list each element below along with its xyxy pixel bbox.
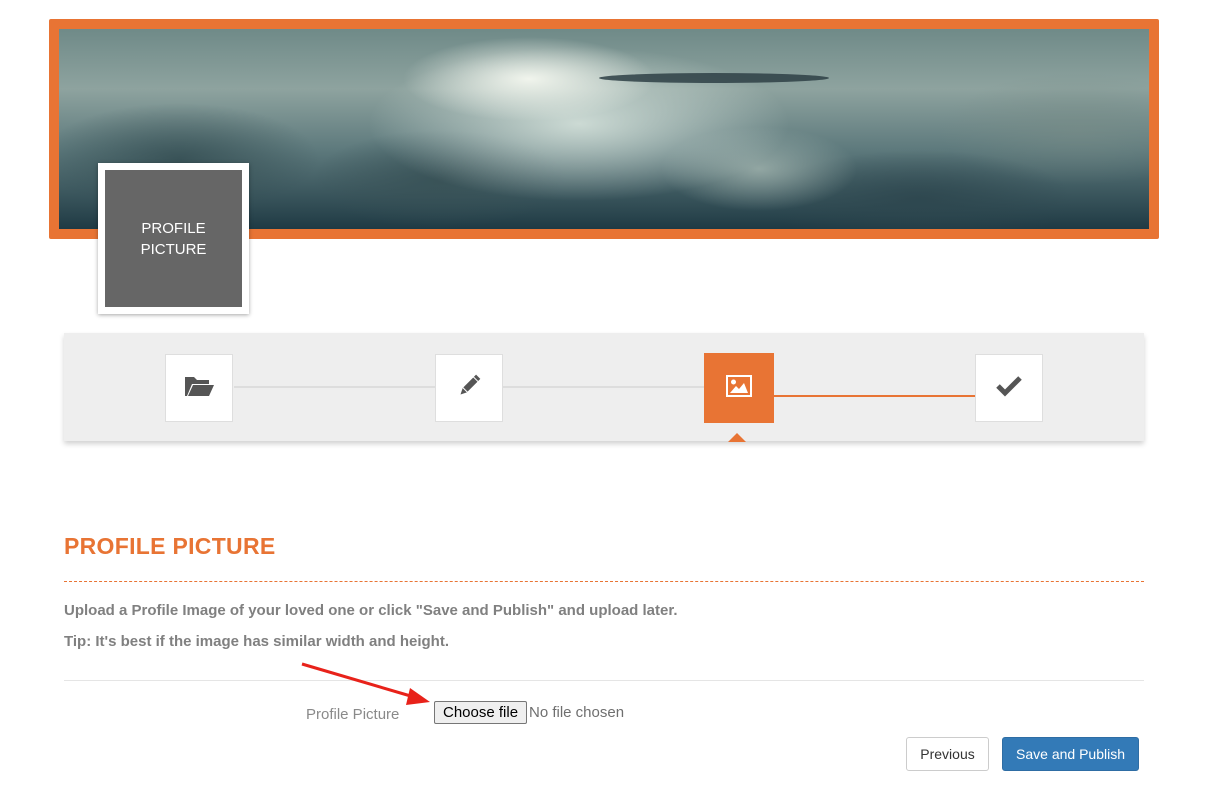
wizard-progress [64,333,1144,442]
wizard-step-finish[interactable] [975,354,1043,422]
wizard-connector-active [772,395,977,397]
active-step-caret [728,433,746,442]
save-and-publish-button[interactable]: Save and Publish [1002,737,1139,771]
profile-placeholder-line1: PROFILE [141,219,206,237]
section-title: PROFILE PICTURE [64,533,276,559]
section-description: Upload a Profile Image of your loved one… [64,602,678,619]
form-divider [64,680,1144,681]
section-tip: Tip: It's best if the image has similar … [64,633,450,650]
wizard-connector [234,386,437,388]
image-icon [726,374,752,402]
profile-picture-placeholder: PROFILE PICTURE [105,170,242,307]
section-divider [64,581,1144,582]
folder-open-icon [183,374,215,403]
choose-file-button[interactable]: Choose file [434,701,528,724]
file-status-text: No file chosen [529,704,625,721]
previous-button[interactable]: Previous [906,737,989,771]
profile-placeholder-line2: PICTURE [140,240,207,258]
wizard-step-picture[interactable] [704,353,774,423]
pencil-icon [456,373,482,404]
profile-picture-frame: PROFILE PICTURE [98,163,249,314]
wizard-step-details[interactable] [435,354,503,422]
wizard-step-files[interactable] [165,354,233,422]
profile-picture-label: Profile Picture [306,706,400,723]
checkmark-icon [995,375,1023,402]
wizard-connector [503,386,706,388]
